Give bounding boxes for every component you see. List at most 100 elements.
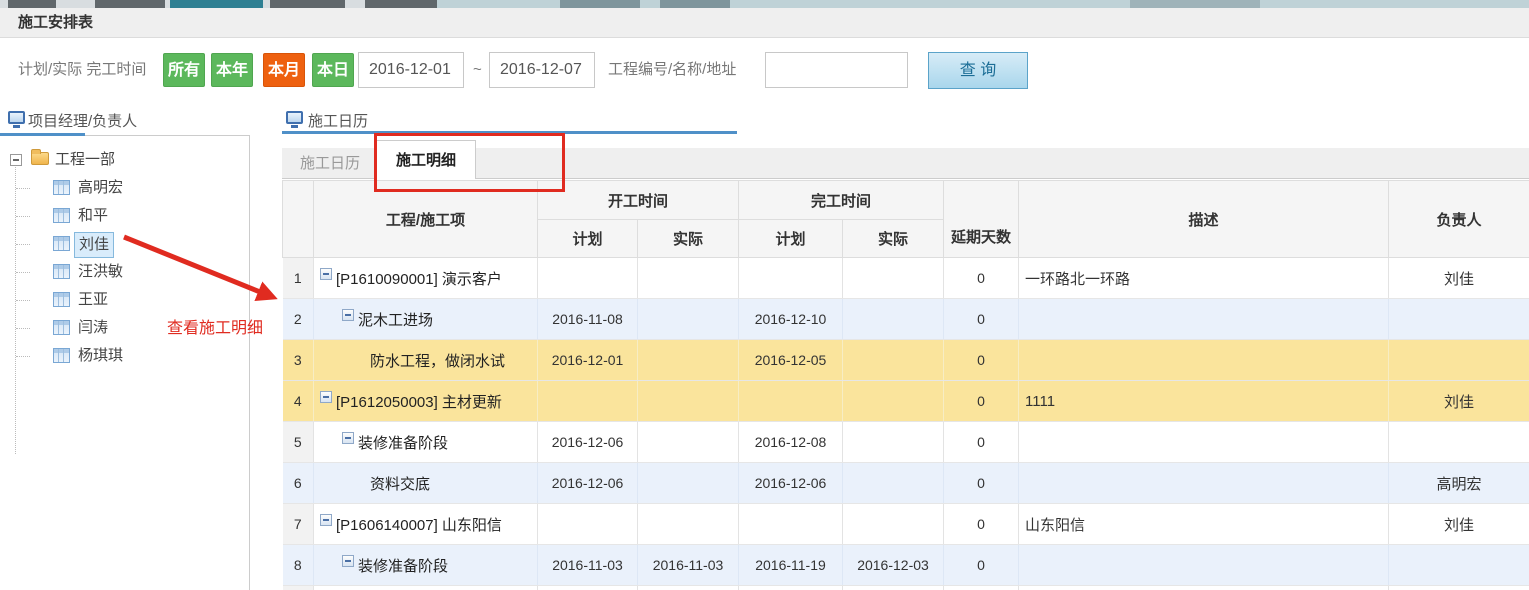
cell-delay: 0 xyxy=(944,545,1019,586)
search-button[interactable]: 查 询 xyxy=(928,52,1028,89)
tree-node-label: 高明宏 xyxy=(78,174,123,202)
table-row[interactable]: 5装修准备阶段2016-12-062016-12-080 xyxy=(283,422,1529,463)
quick-filter-button[interactable]: 本月 xyxy=(263,53,305,87)
grid-icon xyxy=(53,320,70,335)
toolbar-fragment xyxy=(1130,0,1260,8)
quick-filter-button[interactable]: 所有 xyxy=(163,53,205,87)
cell-owner xyxy=(1389,545,1529,586)
collapse-icon[interactable] xyxy=(342,309,354,321)
tree-connector-stub xyxy=(16,244,30,245)
main-header-label: 施工日历 xyxy=(308,110,368,131)
toolbar-active-fragment xyxy=(170,0,263,8)
tree-node-manager[interactable]: 高明宏 xyxy=(0,174,250,202)
table-row[interactable]: 2泥木工进场2016-11-082016-12-100 xyxy=(283,299,1529,340)
cell-delay: 0 xyxy=(944,258,1019,299)
cell-item: 防水工程，做闭水试 xyxy=(314,340,538,381)
cell-date xyxy=(843,340,944,381)
header-delay-days[interactable]: 延期天数 xyxy=(944,181,1019,258)
header-owner[interactable]: 负责人 xyxy=(1389,181,1529,258)
sidebar-project-managers: 项目经理/负责人 工程一部 高明宏和平刘佳汪洪敏王亚闫涛杨琪琪 xyxy=(0,108,250,590)
table-row[interactable]: 6资料交底2016-12-062016-12-060高明宏 xyxy=(283,463,1529,504)
cell-delay: 0 xyxy=(944,340,1019,381)
cell-item xyxy=(314,586,538,590)
tree-node-manager[interactable]: 杨琪琪 xyxy=(0,342,250,370)
collapse-icon[interactable] xyxy=(342,555,354,567)
folder-icon xyxy=(31,152,49,165)
tree-connector-stub xyxy=(16,188,30,189)
tree-root-node[interactable]: 工程一部 xyxy=(0,146,250,174)
cell-delay: 0 xyxy=(944,422,1019,463)
title-bar: 施工安排表 xyxy=(0,8,1529,38)
cell-item: 装修准备阶段 xyxy=(314,545,538,586)
cell-owner xyxy=(1389,422,1529,463)
cell-item: [P1612050003] 主材更新 xyxy=(314,381,538,422)
quick-filter-button[interactable]: 本年 xyxy=(211,53,253,87)
cell-date xyxy=(638,340,739,381)
cell-delay: 0 xyxy=(944,381,1019,422)
toolbar-fragment xyxy=(270,0,345,8)
header-item[interactable]: 工程/施工项 xyxy=(314,181,538,258)
cell-desc xyxy=(1019,422,1389,463)
tree-node-label: 杨琪琪 xyxy=(78,342,123,370)
header-start-plan[interactable]: 计划 xyxy=(538,220,638,258)
cell-desc: 山东阳信 xyxy=(1019,504,1389,545)
toolbar-fragment xyxy=(8,0,56,8)
tab-construction-calendar[interactable]: 施工日历 xyxy=(292,148,368,179)
cell-date: 2016-12-08 xyxy=(739,422,843,463)
toolbar-fragment xyxy=(95,0,165,8)
cell-item: 泥木工进场 xyxy=(314,299,538,340)
table-row[interactable]: 7[P1606140007] 山东阳信0山东阳信刘佳 xyxy=(283,504,1529,545)
cell-owner xyxy=(1389,586,1529,590)
date-from-input[interactable] xyxy=(358,52,464,88)
cell-date xyxy=(739,381,843,422)
collapse-icon[interactable] xyxy=(320,514,332,526)
collapse-icon[interactable] xyxy=(342,432,354,444)
page-title: 施工安排表 xyxy=(18,8,93,38)
cell-date: 2016-12-06 xyxy=(739,463,843,504)
cell-desc xyxy=(1019,463,1389,504)
collapse-icon[interactable] xyxy=(320,391,332,403)
time-filter-label: 计划/实际 完工时间 xyxy=(18,40,146,100)
grid-icon xyxy=(53,180,70,195)
tree-connector-stub xyxy=(16,356,30,357)
clipped-toolbar-strip xyxy=(0,0,1529,8)
cell-num: 8 xyxy=(283,545,314,586)
collapse-icon[interactable] xyxy=(320,268,332,280)
collapse-expand-icon[interactable] xyxy=(10,154,22,166)
table-row[interactable] xyxy=(283,586,1529,590)
cell-date xyxy=(638,381,739,422)
toolbar-fragment xyxy=(560,0,640,8)
date-to-input[interactable] xyxy=(489,52,595,88)
cell-owner: 刘佳 xyxy=(1389,258,1529,299)
header-finish-actual[interactable]: 实际 xyxy=(843,220,944,258)
keyword-label: 工程编号/名称/地址 xyxy=(608,40,736,100)
header-start-actual[interactable]: 实际 xyxy=(638,220,739,258)
tree-root-label: 工程一部 xyxy=(55,146,115,174)
table-row[interactable]: 1[P1610090001] 演示客户0一环路北一环路刘佳 xyxy=(283,258,1529,299)
cell-date: 2016-12-03 xyxy=(843,545,944,586)
cell-date: 2016-12-06 xyxy=(538,463,638,504)
header-description[interactable]: 描述 xyxy=(1019,181,1389,258)
header-start-time[interactable]: 开工时间 xyxy=(538,181,739,220)
quick-filter-button[interactable]: 本日 xyxy=(312,53,354,87)
cell-item: 资料交底 xyxy=(314,463,538,504)
table-row[interactable]: 8装修准备阶段2016-11-032016-11-032016-11-19201… xyxy=(283,545,1529,586)
cell-date xyxy=(638,463,739,504)
cell-desc: 1111 xyxy=(1019,381,1389,422)
keyword-input[interactable] xyxy=(765,52,908,88)
cell-date: 2016-11-03 xyxy=(538,545,638,586)
grid-icon xyxy=(53,292,70,307)
monitor-icon xyxy=(8,111,25,124)
cell-desc xyxy=(1019,545,1389,586)
header-finish-time[interactable]: 完工时间 xyxy=(739,181,944,220)
cell-date xyxy=(638,422,739,463)
header-finish-plan[interactable]: 计划 xyxy=(739,220,843,258)
tree-connector-stub xyxy=(16,272,30,273)
cell-date: 2016-11-03 xyxy=(638,545,739,586)
cell-date: 2016-11-08 xyxy=(538,299,638,340)
table-row[interactable]: 4[P1612050003] 主材更新01111刘佳 xyxy=(283,381,1529,422)
table-row[interactable]: 3防水工程，做闭水试2016-12-012016-12-050 xyxy=(283,340,1529,381)
cell-num: 7 xyxy=(283,504,314,545)
cell-delay: 0 xyxy=(944,504,1019,545)
cell-num: 4 xyxy=(283,381,314,422)
